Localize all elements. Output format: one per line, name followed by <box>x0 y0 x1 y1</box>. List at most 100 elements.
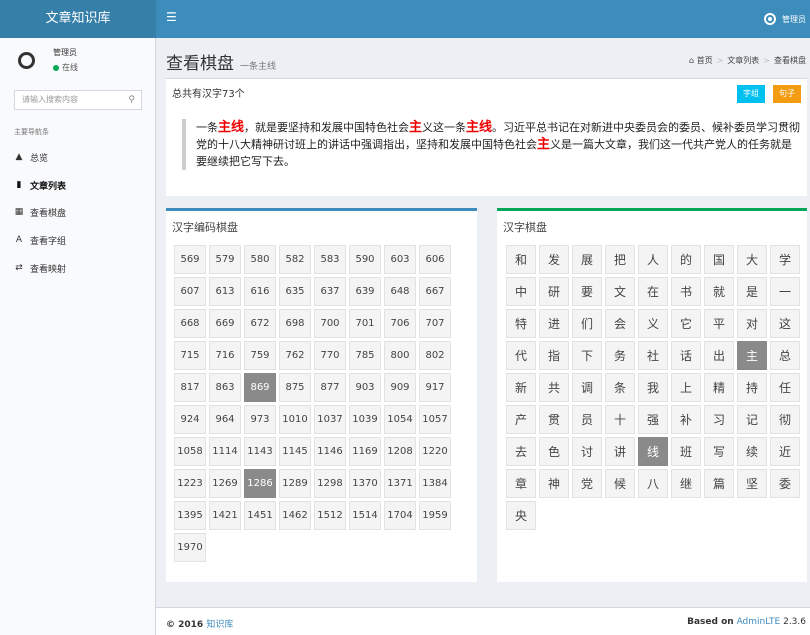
char-cell[interactable]: 条 <box>605 373 635 402</box>
code-cell[interactable]: 1370 <box>349 469 381 498</box>
char-cell[interactable]: 员 <box>572 405 602 434</box>
adminlte-link[interactable]: AdminLTE <box>737 617 781 627</box>
char-cell[interactable]: 社 <box>638 341 668 370</box>
char-cell[interactable]: 候 <box>605 469 635 498</box>
char-cell[interactable]: 讨 <box>572 437 602 466</box>
char-cell[interactable]: 十 <box>605 405 635 434</box>
char-cell[interactable]: 一 <box>770 277 800 306</box>
code-cell[interactable]: 613 <box>209 277 241 306</box>
char-cell[interactable]: 特 <box>506 309 536 338</box>
code-cell[interactable]: 700 <box>314 309 346 338</box>
code-cell[interactable]: 1220 <box>419 437 451 466</box>
code-cell[interactable]: 1371 <box>384 469 416 498</box>
char-cell[interactable]: 线 <box>638 437 668 466</box>
char-cell[interactable]: 任 <box>770 373 800 402</box>
code-cell[interactable]: 607 <box>174 277 206 306</box>
char-cell[interactable]: 去 <box>506 437 536 466</box>
code-cell[interactable]: 924 <box>174 405 206 434</box>
breadcrumb-article-list[interactable]: 文章列表 <box>727 56 759 65</box>
code-cell[interactable]: 1010 <box>279 405 311 434</box>
code-cell[interactable]: 800 <box>384 341 416 370</box>
code-cell[interactable]: 762 <box>279 341 311 370</box>
code-cell[interactable]: 973 <box>244 405 276 434</box>
juzi-button[interactable]: 句子 <box>773 85 801 103</box>
char-cell[interactable]: 就 <box>704 277 734 306</box>
char-cell[interactable]: 持 <box>737 373 767 402</box>
code-cell[interactable]: 1269 <box>209 469 241 498</box>
code-cell[interactable]: 1970 <box>174 533 206 562</box>
code-cell[interactable]: 668 <box>174 309 206 338</box>
char-cell[interactable]: 务 <box>605 341 635 370</box>
char-cell[interactable]: 贯 <box>539 405 569 434</box>
code-cell[interactable]: 1421 <box>209 501 241 530</box>
code-cell[interactable]: 1512 <box>314 501 346 530</box>
code-cell[interactable]: 583 <box>314 245 346 274</box>
code-cell[interactable]: 964 <box>209 405 241 434</box>
char-cell[interactable]: 继 <box>671 469 701 498</box>
code-cell[interactable]: 606 <box>419 245 451 274</box>
code-cell[interactable]: 635 <box>279 277 311 306</box>
code-cell[interactable]: 648 <box>384 277 416 306</box>
char-cell[interactable]: 出 <box>704 341 734 370</box>
code-cell[interactable]: 869 <box>244 373 276 402</box>
char-cell[interactable]: 文 <box>605 277 635 306</box>
code-cell[interactable]: 1143 <box>244 437 276 466</box>
char-cell[interactable]: 上 <box>671 373 701 402</box>
char-cell[interactable]: 精 <box>704 373 734 402</box>
code-cell[interactable]: 716 <box>209 341 241 370</box>
search-input[interactable]: 请输入搜索内容 ⚲ <box>14 90 142 110</box>
code-cell[interactable]: 1286 <box>244 469 276 498</box>
char-cell[interactable]: 总 <box>770 341 800 370</box>
code-cell[interactable]: 1462 <box>279 501 311 530</box>
code-cell[interactable]: 715 <box>174 341 206 370</box>
code-cell[interactable]: 903 <box>349 373 381 402</box>
char-cell[interactable]: 书 <box>671 277 701 306</box>
char-cell[interactable]: 平 <box>704 309 734 338</box>
char-cell[interactable]: 它 <box>671 309 701 338</box>
footer-site-link[interactable]: 知识库 <box>206 620 233 630</box>
char-cell[interactable]: 下 <box>572 341 602 370</box>
char-cell[interactable]: 篇 <box>704 469 734 498</box>
char-cell[interactable]: 们 <box>572 309 602 338</box>
char-cell[interactable]: 义 <box>638 309 668 338</box>
char-cell[interactable]: 章 <box>506 469 536 498</box>
search-icon[interactable]: ⚲ <box>128 91 135 109</box>
code-cell[interactable]: 759 <box>244 341 276 370</box>
code-cell[interactable]: 1959 <box>419 501 451 530</box>
sidebar-item-overview[interactable]: ▲ 总览 <box>14 150 48 164</box>
char-cell[interactable]: 神 <box>539 469 569 498</box>
code-cell[interactable]: 590 <box>349 245 381 274</box>
char-cell[interactable]: 话 <box>671 341 701 370</box>
char-cell[interactable]: 彻 <box>770 405 800 434</box>
char-cell[interactable]: 中 <box>506 277 536 306</box>
char-cell[interactable]: 习 <box>704 405 734 434</box>
char-cell[interactable]: 人 <box>638 245 668 274</box>
char-cell[interactable]: 央 <box>506 501 536 530</box>
code-cell[interactable]: 569 <box>174 245 206 274</box>
code-cell[interactable]: 1146 <box>314 437 346 466</box>
code-cell[interactable]: 672 <box>244 309 276 338</box>
char-cell[interactable]: 强 <box>638 405 668 434</box>
code-cell[interactable]: 582 <box>279 245 311 274</box>
code-cell[interactable]: 706 <box>384 309 416 338</box>
char-cell[interactable]: 展 <box>572 245 602 274</box>
code-cell[interactable]: 637 <box>314 277 346 306</box>
code-cell[interactable]: 698 <box>279 309 311 338</box>
code-cell[interactable]: 1054 <box>384 405 416 434</box>
zizu-button[interactable]: 字组 <box>737 85 765 103</box>
code-cell[interactable]: 1704 <box>384 501 416 530</box>
user-menu[interactable]: 管理员 <box>764 0 806 38</box>
char-cell[interactable]: 讲 <box>605 437 635 466</box>
char-cell[interactable]: 研 <box>539 277 569 306</box>
char-cell[interactable]: 补 <box>671 405 701 434</box>
char-cell[interactable]: 代 <box>506 341 536 370</box>
code-cell[interactable]: 1514 <box>349 501 381 530</box>
sidebar-item-view-board[interactable]: ▦ 查看棋盘 <box>14 205 66 219</box>
sidebar-item-article-list[interactable]: ▮ 文章列表 <box>14 178 67 192</box>
char-cell[interactable]: 写 <box>704 437 734 466</box>
char-cell[interactable]: 国 <box>704 245 734 274</box>
code-cell[interactable]: 817 <box>174 373 206 402</box>
char-cell[interactable]: 大 <box>737 245 767 274</box>
char-cell[interactable]: 这 <box>770 309 800 338</box>
code-cell[interactable]: 802 <box>419 341 451 370</box>
